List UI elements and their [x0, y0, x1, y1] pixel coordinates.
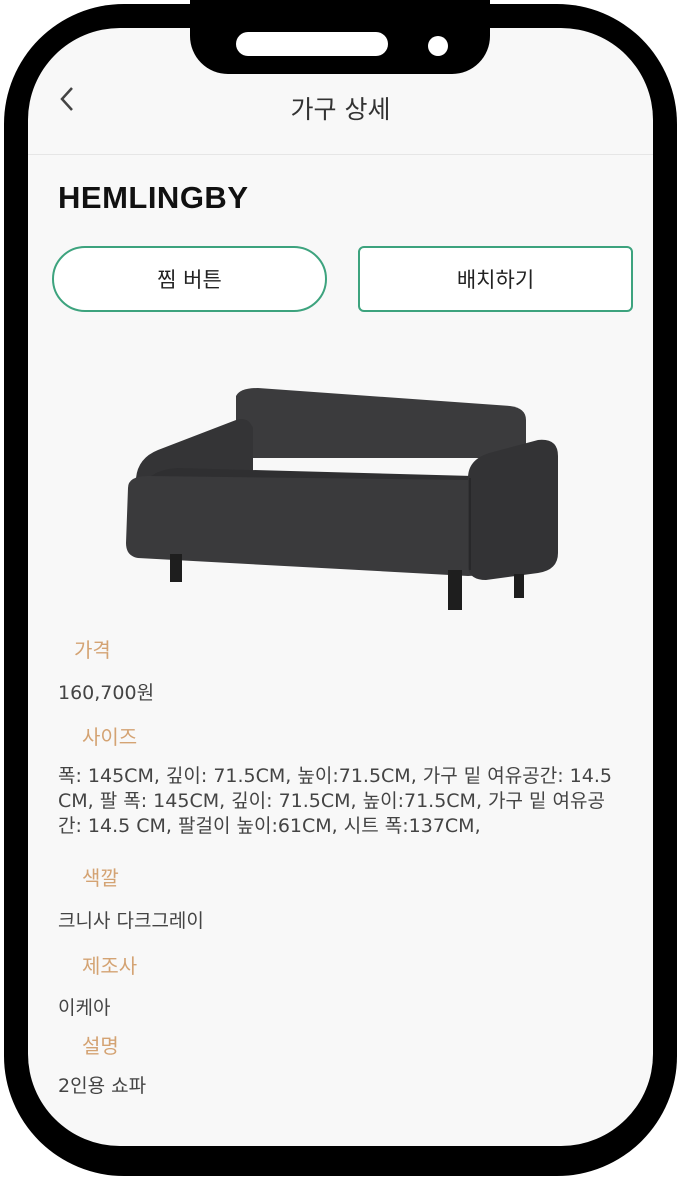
page-title: 가구 상세 [290, 95, 391, 124]
maker-label: 제조사 [82, 954, 138, 978]
phone-frame: 가구 상세 HEMLINGBY 찜 버튼 배치하기 가격 160,700원 사이… [0, 0, 681, 1180]
color-label: 색깔 [82, 866, 119, 890]
app-screen: 가구 상세 HEMLINGBY 찜 버튼 배치하기 가격 160,700원 사이… [28, 28, 653, 1146]
description-value: 2인용 쇼파 [58, 1075, 147, 1097]
place-button[interactable]: 배치하기 [358, 246, 633, 312]
color-value: 크니사 다크그레이 [58, 910, 204, 932]
speaker-grille [236, 32, 388, 56]
front-camera [428, 36, 448, 56]
size-value: 폭: 145CM, 깊이: 71.5CM, 높이:71.5CM, 가구 밑 여유… [58, 765, 612, 837]
price-label: 가격 [74, 638, 111, 662]
maker-value: 이케아 [58, 997, 111, 1019]
sofa-image [126, 388, 558, 610]
price-value: 160,700원 [58, 682, 155, 704]
favorite-button[interactable]: 찜 버튼 [52, 246, 327, 312]
product-name: HEMLINGBY [58, 180, 249, 215]
description-label: 설명 [82, 1034, 119, 1058]
size-label: 사이즈 [82, 725, 138, 749]
